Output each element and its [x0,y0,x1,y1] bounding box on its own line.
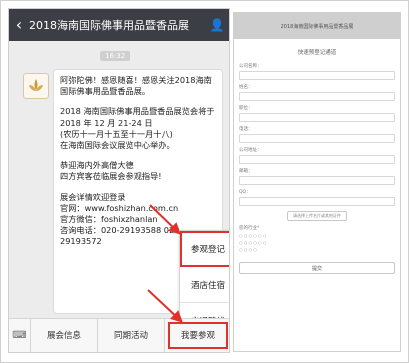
qq-input[interactable] [239,197,395,206]
official-account-avatar[interactable] [23,73,49,99]
tab-i-want-to-visit[interactable]: 我要参观 [165,319,229,352]
chat-header: ‹ 2018海南国际佛事用品暨香品展 👤 [9,9,229,41]
email-input[interactable] [239,176,395,185]
upload-card-button[interactable]: 请选择上传名片或其他证件 [287,211,347,221]
submit-button[interactable]: 提交 [239,262,395,274]
registration-form-screen: 2018海南国际佛事用品暨香品展 快速预登记通道 公司名称： 姓名： 职位： 电… [233,12,401,352]
industry-options[interactable]: ○ ○ ○ ○ ○ ○ [234,233,400,238]
field-label-company: 公司名称： [239,64,262,69]
message-greeting: 阿弥陀佛！感恩随喜！感恩关注2018海南国际佛事用品暨香品展。 [60,75,212,97]
wechat-phone-screen: ‹ 2018海南国际佛事用品暨香品展 👤 16:32 阿弥陀佛！感恩随喜！感恩关… [8,8,230,353]
position-input[interactable] [239,113,395,122]
lotus-logo-icon [29,79,43,91]
back-icon[interactable]: ‹ [9,9,29,41]
field-label-email: 邮箱： [239,169,253,174]
profile-icon[interactable]: 👤 [205,18,229,32]
field-label-industry: 您的行业* [239,226,260,231]
keyboard-icon[interactable]: ⌨ [9,319,31,352]
field-label-name: 姓名： [239,85,253,90]
form-title: 快速预登记通道 [297,50,337,56]
message-exhibition-info: 2018 海南国际佛事用品暨香品展览会将于 2018 年 12 月 21-24 … [60,106,215,151]
industry-options-2[interactable]: ○ ○ ○ ○ ○ ○ [234,240,400,245]
industry-options-3[interactable]: ○ ○ ○ ○ [234,247,400,252]
tab-exhibition-info[interactable]: 展会信息 [31,319,98,352]
chat-title: 2018海南国际佛事用品暨香品展 [29,19,189,32]
message-timestamp: 16:32 [100,51,131,61]
tab-concurrent-events[interactable]: 同期活动 [98,319,165,352]
field-label-phone: 电话： [239,127,253,132]
menu-item-hotel[interactable]: 酒店住宿 [180,267,229,303]
company-input[interactable] [239,71,395,80]
address-input[interactable] [239,155,395,164]
menu-item-visit-registration[interactable]: 参观登记 [180,231,229,267]
field-label-position: 职位： [239,106,253,111]
field-label-qq: QQ： [239,190,251,195]
bottom-menu-bar: ⌨ 展会信息 同期活动 我要参观 [9,318,229,352]
field-label-address: 公司地址： [239,148,262,153]
form-header: 2018海南国际佛事用品暨香品展 [234,13,400,39]
name-input[interactable] [239,92,395,101]
message-invitation: 恭迎海内外高僧大德 四方宾客莅临展会参观指导! [60,160,162,182]
phone-input[interactable] [239,134,395,143]
